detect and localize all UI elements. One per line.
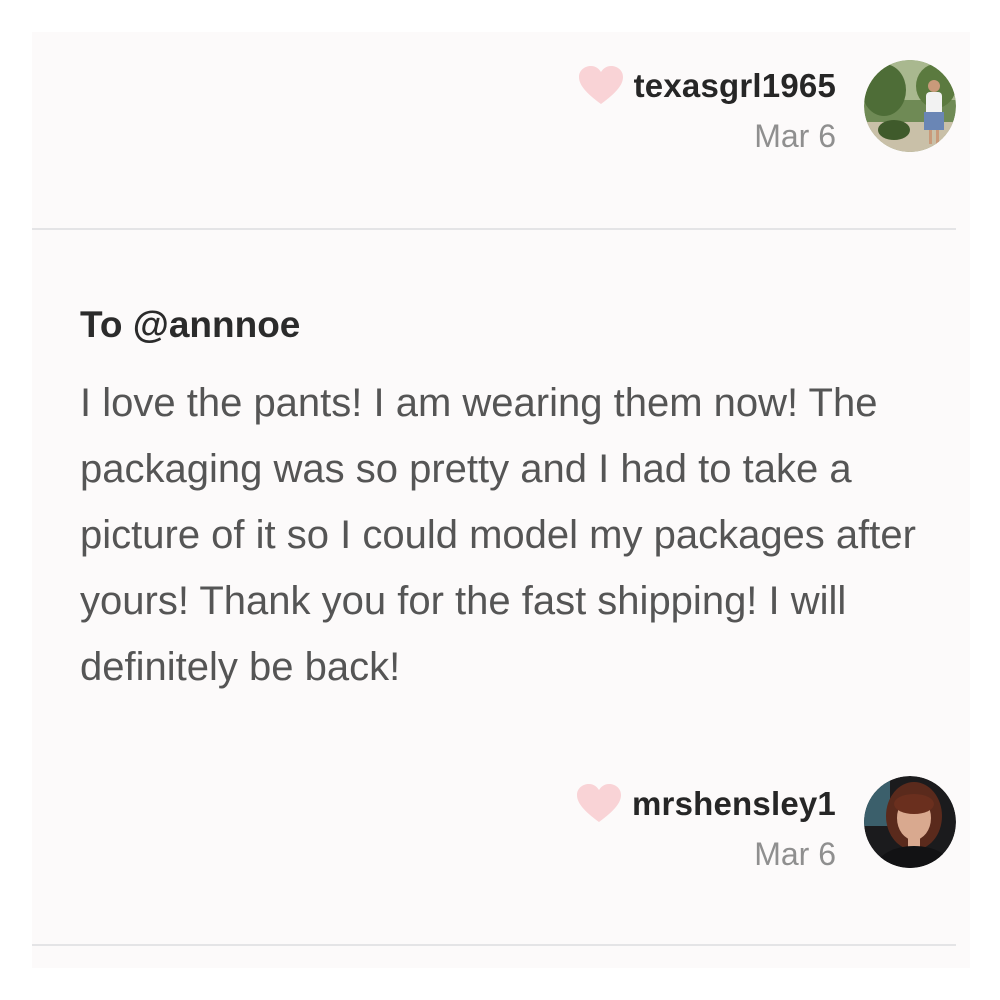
author-meta: mrshensley1 Mar 6 xyxy=(576,784,836,873)
author-meta: texasgrl1965 Mar 6 xyxy=(578,66,836,155)
review-author-row: texasgrl1965 Mar 6 xyxy=(578,60,956,155)
author-name-line: texasgrl1965 xyxy=(578,66,836,106)
heart-icon[interactable] xyxy=(578,66,624,106)
avatar[interactable] xyxy=(864,776,956,868)
avatar[interactable] xyxy=(864,60,956,152)
divider xyxy=(32,944,956,946)
review-author-row: mrshensley1 Mar 6 xyxy=(576,776,956,873)
heart-icon[interactable] xyxy=(576,784,622,824)
review-recipient: To @annnoe xyxy=(80,304,301,345)
author-username[interactable]: mrshensley1 xyxy=(632,785,836,823)
author-username[interactable]: texasgrl1965 xyxy=(634,67,836,105)
review-feed: texasgrl1965 Mar 6 To @annnoe I love the… xyxy=(32,32,970,968)
review-date: Mar 6 xyxy=(754,118,836,154)
author-name-line: mrshensley1 xyxy=(576,784,836,824)
review-body: I love the pants! I am wearing them now!… xyxy=(80,381,916,689)
divider xyxy=(32,228,956,230)
review-date: Mar 6 xyxy=(754,836,836,872)
